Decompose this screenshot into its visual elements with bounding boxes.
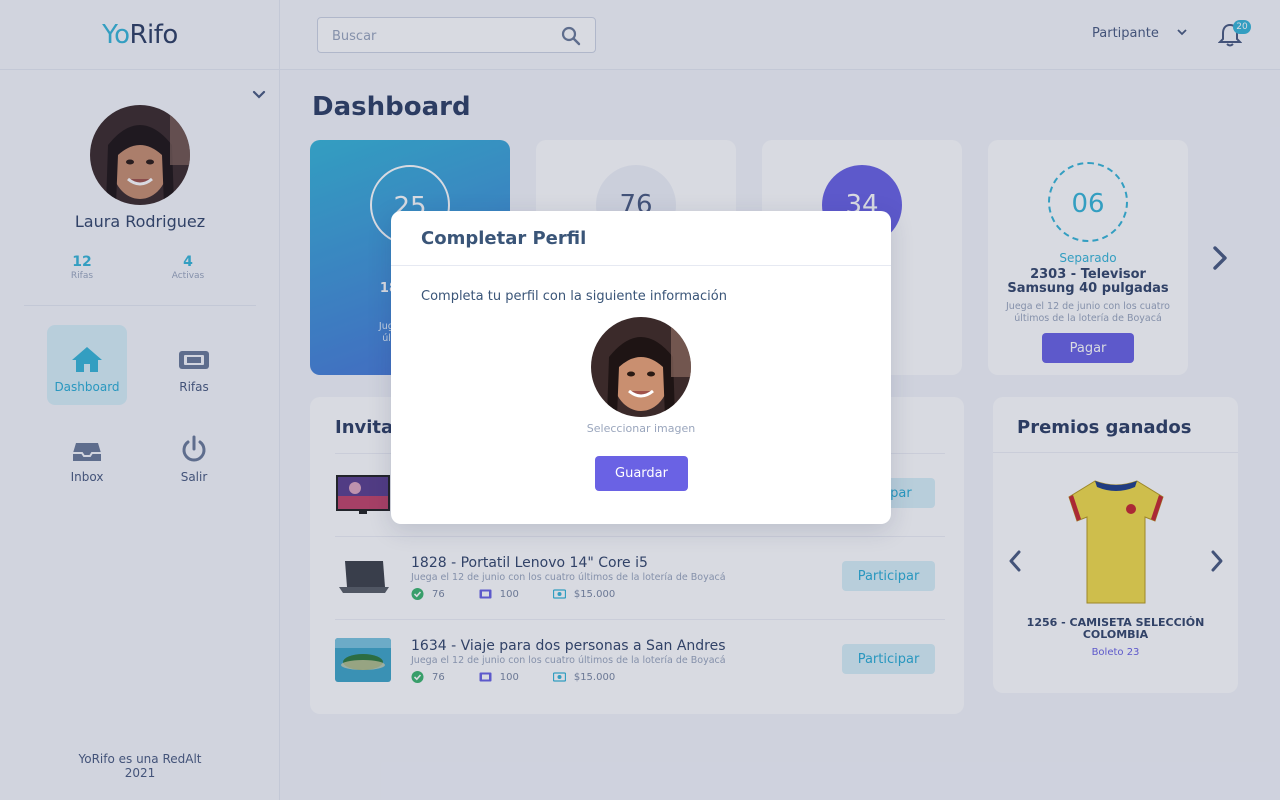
modal-title: Completar Perfil [421,228,587,249]
select-image-link[interactable]: Seleccionar imagen [391,422,891,435]
complete-profile-modal: Completar Perfil Completa tu perfil con … [391,211,891,524]
modal-text: Completa tu perfil con la siguiente info… [421,289,727,304]
app-root: Yo Rifo Laura Rodriguez 12 Rifas 4 Activ… [0,0,1280,800]
divider [391,265,891,266]
profile-image-preview[interactable] [591,317,691,417]
save-button[interactable]: Guardar [595,456,688,491]
